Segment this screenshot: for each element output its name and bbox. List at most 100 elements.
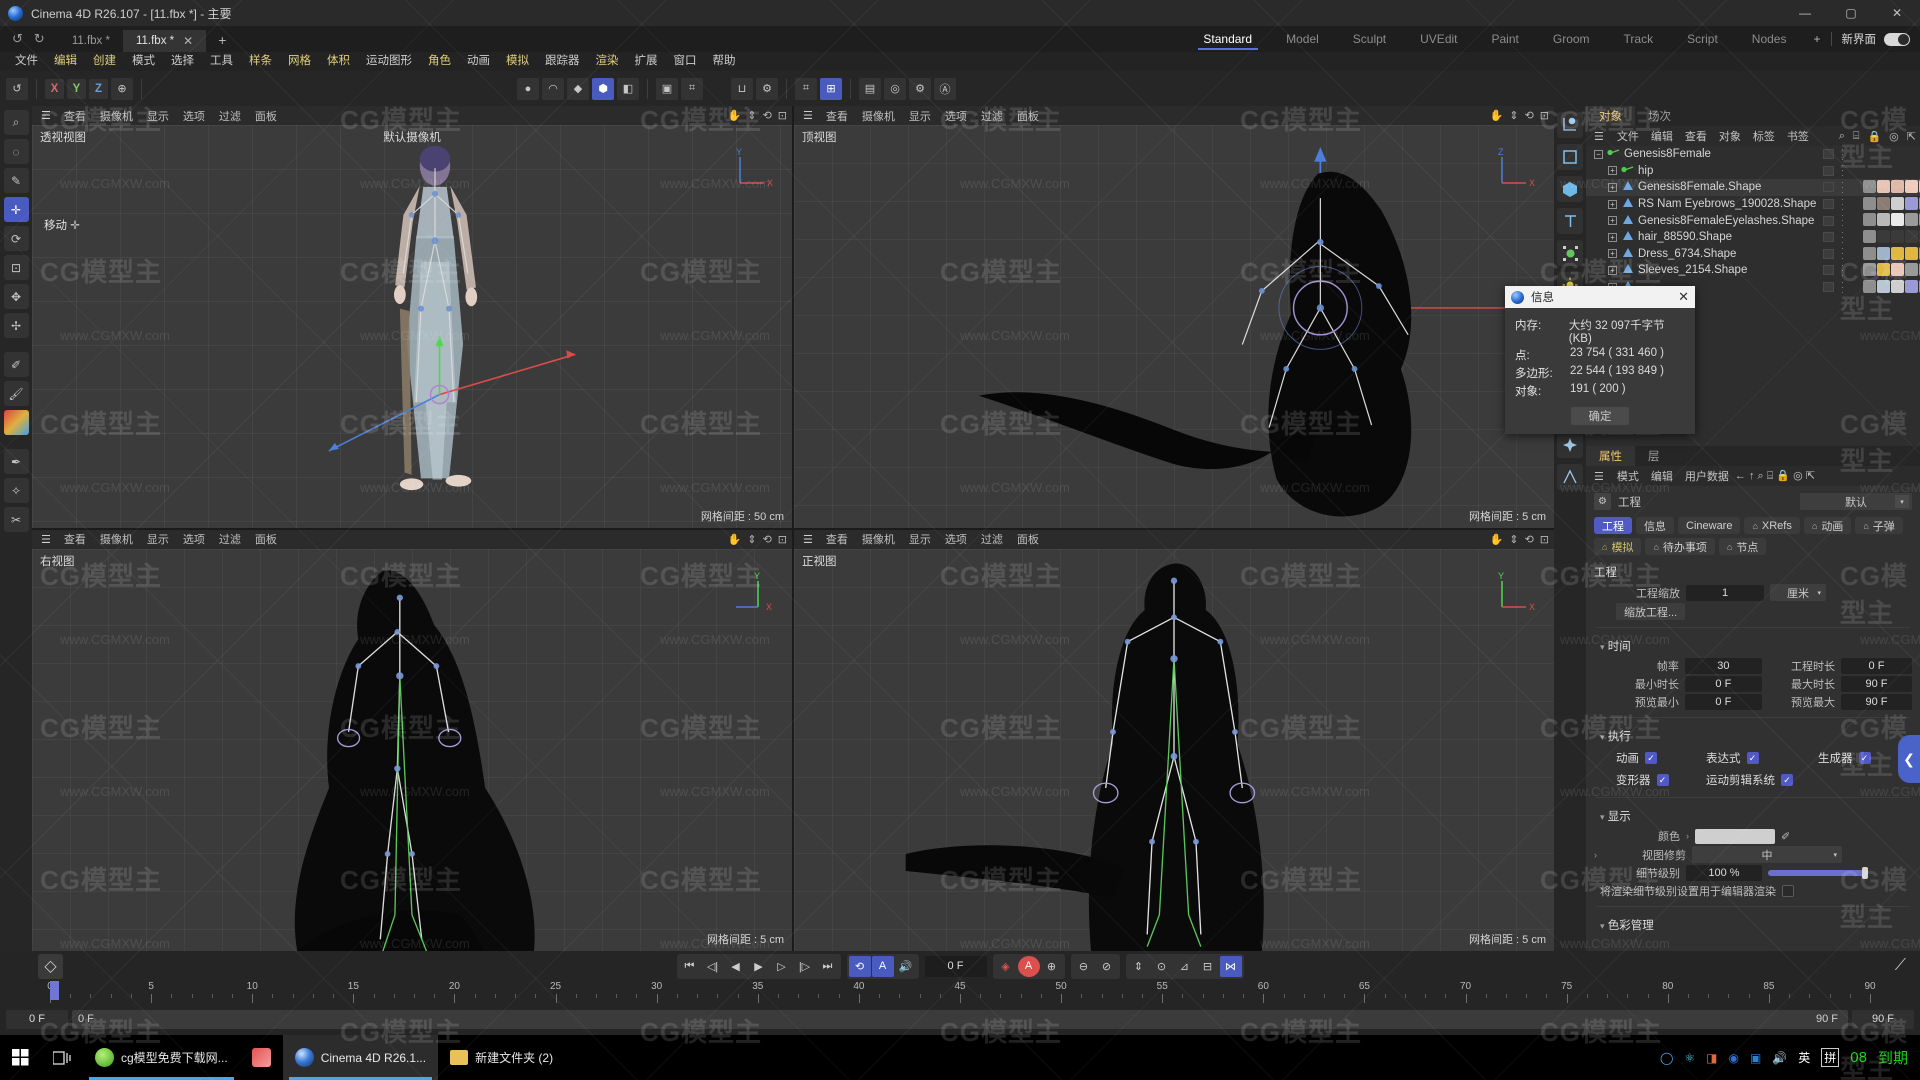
object-tag-icon[interactable] bbox=[1905, 180, 1918, 194]
att-menu-mode[interactable]: 模式 bbox=[1611, 468, 1645, 484]
color-palette-icon[interactable] bbox=[3, 410, 29, 435]
sound-icon[interactable]: 🔊 bbox=[895, 956, 917, 977]
timeline-ruler[interactable]: 051015202530354045505560657075808590 bbox=[47, 981, 1876, 1007]
autokey-icon[interactable]: A bbox=[1017, 955, 1040, 977]
object-row[interactable]: + Dress_6734.Shape · · · bbox=[1586, 244, 1920, 263]
tab-attributes[interactable]: 属性 bbox=[1586, 446, 1635, 466]
exec-motionclip-checkbox[interactable]: ✓ bbox=[1781, 774, 1793, 786]
vp-menu-options[interactable]: 选项 bbox=[938, 531, 974, 547]
dolly-icon[interactable]: ⇕ bbox=[747, 109, 756, 122]
exec-animation[interactable]: 动画 ✓ bbox=[1586, 747, 1698, 769]
pla-key-icon[interactable]: ⊿ bbox=[1174, 956, 1196, 977]
vp-menu-camera[interactable]: 摄像机 bbox=[855, 531, 902, 547]
step-forward-icon[interactable]: ▷ bbox=[771, 956, 793, 977]
menu-tracker[interactable]: 跟踪器 bbox=[537, 52, 588, 71]
next-key-icon[interactable]: |▷ bbox=[794, 956, 816, 977]
object-row[interactable]: + Sleeves_2154.Shape · · · bbox=[1586, 260, 1920, 279]
redo-icon[interactable]: ↻ bbox=[34, 31, 45, 47]
layout-script[interactable]: Script bbox=[1670, 26, 1735, 52]
clock[interactable]: 08 bbox=[1850, 1049, 1867, 1066]
expander-icon[interactable]: + bbox=[1608, 216, 1617, 226]
viewport-top[interactable]: ☰ 查看 摄像机 显示 选项 过滤 面板 ✋ ⇕ ⟲ ⊡ 顶视图 Z X 网格间… bbox=[794, 106, 1554, 528]
track-key-icon[interactable]: ⊟ bbox=[1197, 956, 1219, 977]
attribute-tab-信息[interactable]: 信息 bbox=[1636, 517, 1674, 534]
scale-project-button[interactable]: 缩放工程... bbox=[1616, 603, 1686, 620]
object-tag-icon[interactable] bbox=[1905, 213, 1918, 227]
texture-mode-icon[interactable]: ◧ bbox=[617, 77, 639, 100]
current-frame-input[interactable]: 0 F bbox=[924, 955, 987, 977]
object-tag-icon[interactable] bbox=[1863, 246, 1876, 260]
live-selection-icon[interactable]: ◌ bbox=[3, 139, 29, 164]
model-mode-icon[interactable]: ⬢ bbox=[592, 77, 614, 100]
maximize-viewport-icon[interactable]: ⊡ bbox=[778, 109, 787, 122]
vp-menu-panel[interactable]: 面板 bbox=[248, 531, 284, 547]
attribute-tab-cineware[interactable]: Cineware bbox=[1678, 517, 1741, 534]
filter-icon[interactable]: ⌸ bbox=[1767, 470, 1774, 482]
object-tag-icon[interactable] bbox=[1891, 279, 1904, 293]
visibility-dot[interactable] bbox=[1823, 282, 1834, 293]
object-tag-icon[interactable] bbox=[1877, 263, 1890, 277]
viewport-perspective[interactable]: ☰ 查看 摄像机 显示 选项 过滤 面板 ✋ ⇕ ⟲ ⊡ 透视视图 默认摄像机 … bbox=[32, 106, 792, 528]
character-rig-icon[interactable] bbox=[1557, 464, 1583, 490]
auto-keying-icon[interactable]: A bbox=[871, 955, 894, 977]
vp-menu-options[interactable]: 选项 bbox=[176, 531, 212, 547]
selection-tool-icon[interactable]: ⌕ bbox=[3, 110, 29, 135]
object-tag-icon[interactable] bbox=[1905, 263, 1918, 277]
attribute-tab-工程[interactable]: 工程 bbox=[1594, 517, 1632, 534]
record-keyframe-button[interactable]: ◇ bbox=[38, 953, 63, 979]
tray-icon-3[interactable]: ◨ bbox=[1706, 1051, 1717, 1065]
viewport-canvas-perspective[interactable]: 透视视图 默认摄像机 移动 ✛ Y X 网格间距: 50 cm bbox=[32, 125, 792, 528]
vp-menu-display[interactable]: 显示 bbox=[140, 108, 176, 124]
chevron-right-icon[interactable]: › bbox=[1686, 831, 1689, 841]
exec-deformer[interactable]: 变形器 ✓ bbox=[1586, 769, 1698, 791]
workplane-icon[interactable]: ⚙ bbox=[756, 77, 778, 100]
eyedropper-icon[interactable]: ✐ bbox=[1781, 830, 1790, 843]
object-tag-icon[interactable] bbox=[1905, 246, 1918, 260]
expander-icon[interactable]: + bbox=[1608, 232, 1617, 242]
timeline-current-frame[interactable]: 0 F bbox=[6, 1009, 68, 1029]
menu-edit[interactable]: 编辑 bbox=[46, 52, 85, 71]
menu-select[interactable]: 选择 bbox=[163, 52, 202, 71]
att-menu-edit[interactable]: 编辑 bbox=[1645, 468, 1679, 484]
tangent-key-icon[interactable]: ⋈ bbox=[1219, 955, 1242, 977]
expander-icon[interactable]: + bbox=[1608, 265, 1617, 275]
viewport-solo-icon[interactable]: ▣ bbox=[656, 77, 678, 100]
exec-motionclip[interactable]: 运动剪辑系统 ✓ bbox=[1698, 769, 1801, 791]
menu-help[interactable]: 帮助 bbox=[705, 52, 744, 71]
render-region-icon[interactable]: ◎ bbox=[884, 77, 906, 100]
object-tag-icon[interactable] bbox=[1891, 180, 1904, 194]
dolly-icon[interactable]: ⇕ bbox=[1509, 533, 1518, 546]
vp-menu-filter[interactable]: 过滤 bbox=[974, 531, 1010, 547]
project-unit-dropdown[interactable]: 厘米 ▾ bbox=[1770, 584, 1826, 601]
expander-icon[interactable]: + bbox=[1608, 166, 1617, 176]
display-color-swatch[interactable] bbox=[1695, 828, 1775, 844]
timeline-curve-icon[interactable]: ⟋ bbox=[1895, 957, 1906, 975]
om-menu-object[interactable]: 对象 bbox=[1713, 128, 1747, 144]
chevron-right-icon[interactable]: › bbox=[1594, 850, 1602, 860]
vp-menu-camera[interactable]: 摄像机 bbox=[93, 531, 140, 547]
timeline-end-frame[interactable]: 90 F bbox=[1852, 1009, 1914, 1029]
exec-expression[interactable]: 表达式 ✓ bbox=[1698, 747, 1810, 769]
object-manager-menu-icon[interactable]: ☰ bbox=[1586, 130, 1611, 143]
document-tab-1[interactable]: 11.fbx * bbox=[59, 30, 123, 52]
expander-icon[interactable]: + bbox=[1608, 249, 1617, 259]
menu-mesh[interactable]: 网格 bbox=[280, 52, 319, 71]
new-document-button[interactable]: + bbox=[206, 32, 238, 52]
record-active-icon[interactable]: ◈ bbox=[995, 956, 1017, 977]
attribute-tab-待办事项[interactable]: ⌂ 待办事项 bbox=[1645, 538, 1715, 555]
up-arrow-icon[interactable]: ↑ bbox=[1749, 470, 1755, 482]
pan-icon[interactable]: ✋ bbox=[1490, 533, 1504, 546]
object-tag-icon[interactable] bbox=[1891, 229, 1904, 243]
object-tag-icon[interactable] bbox=[1877, 229, 1890, 243]
axis-z-button[interactable]: Z bbox=[89, 78, 108, 99]
vp-menu-view[interactable]: 查看 bbox=[819, 108, 855, 124]
magnet-tool-icon[interactable]: ⊔ bbox=[731, 77, 753, 100]
viewport-menu-icon[interactable]: ☰ bbox=[32, 533, 57, 546]
text-tool-icon[interactable] bbox=[1557, 208, 1583, 234]
vp-menu-options[interactable]: 选项 bbox=[176, 108, 212, 124]
magnet-icon[interactable]: ✎ bbox=[3, 168, 29, 193]
object-tag-icon[interactable] bbox=[1877, 196, 1890, 210]
vp-menu-view[interactable]: 查看 bbox=[819, 531, 855, 547]
simulate-icon[interactable] bbox=[1557, 432, 1583, 458]
vp-menu-panel[interactable]: 面板 bbox=[1010, 531, 1046, 547]
